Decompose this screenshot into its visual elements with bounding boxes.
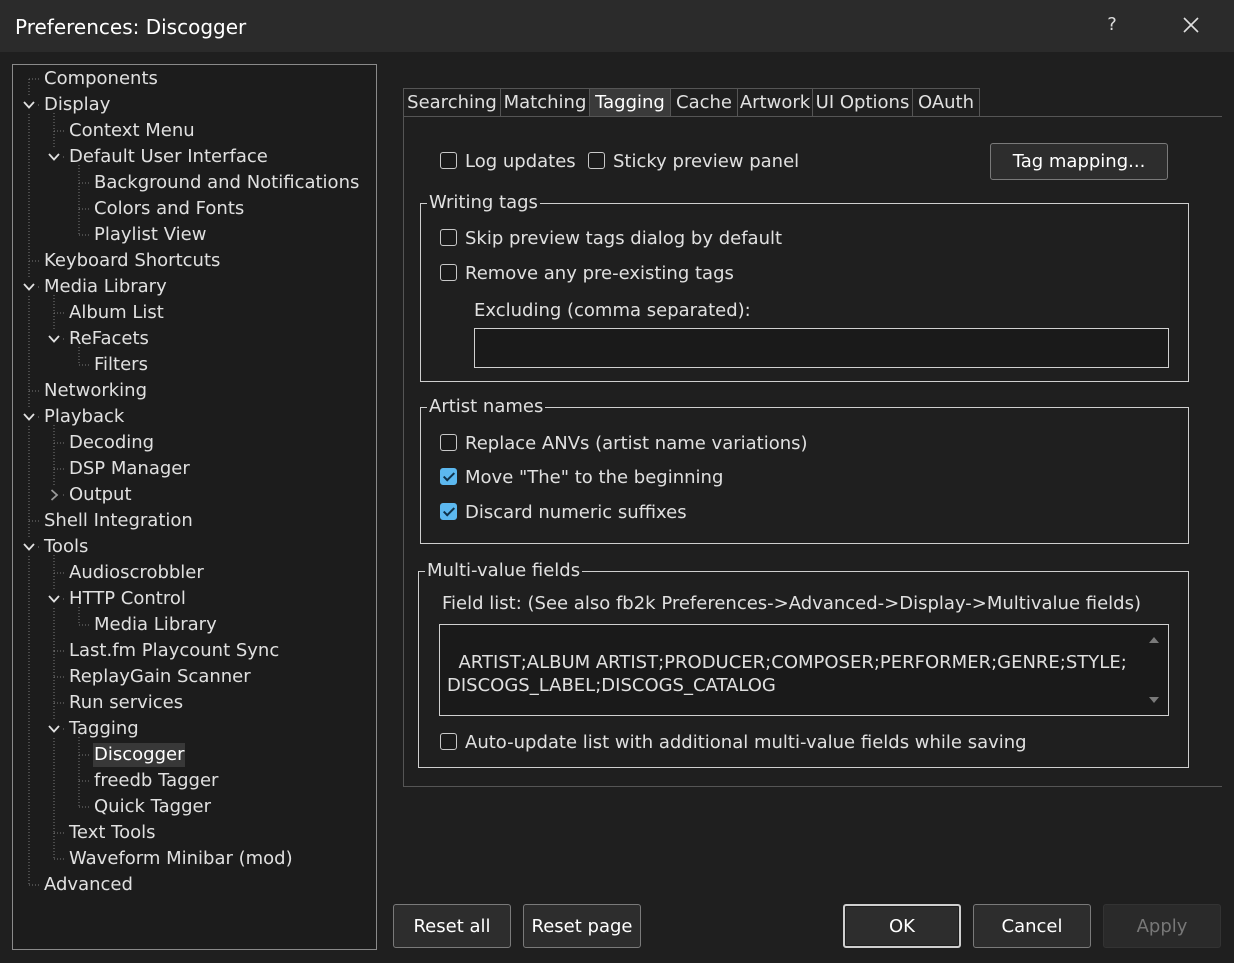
- chevron-down-icon[interactable]: [21, 97, 37, 113]
- log-updates-box[interactable]: [440, 152, 457, 169]
- tree-item[interactable]: Default User Interface: [68, 145, 269, 169]
- tree-item[interactable]: HTTP Control: [68, 587, 187, 611]
- tree-item[interactable]: Components: [43, 67, 159, 91]
- tab-oauth[interactable]: OAuth: [912, 88, 980, 116]
- field-list-scrollbar[interactable]: [1141, 626, 1167, 714]
- tree-item[interactable]: ReFacets: [68, 327, 150, 351]
- log-updates-label: Log updates: [465, 151, 576, 172]
- tree-item[interactable]: Text Tools: [68, 821, 156, 845]
- discard-suffixes-label: Discard numeric suffixes: [465, 502, 687, 523]
- chevron-down-icon[interactable]: [21, 279, 37, 295]
- tree-item[interactable]: DSP Manager: [68, 457, 191, 481]
- tree-item[interactable]: Audioscrobbler: [68, 561, 205, 585]
- tree-item[interactable]: Waveform Minibar (mod): [68, 847, 294, 871]
- tree-item[interactable]: Playlist View: [93, 223, 207, 247]
- auto-update-box[interactable]: [440, 733, 457, 750]
- tree-item[interactable]: Advanced: [43, 873, 134, 897]
- skip-preview-box[interactable]: [440, 229, 457, 246]
- tab-matching[interactable]: Matching: [500, 88, 590, 116]
- artist-names-title: Artist names: [427, 395, 546, 419]
- multi-value-title: Multi-value fields: [425, 559, 583, 583]
- tree-item[interactable]: Tools: [43, 535, 89, 559]
- skip-preview-label: Skip preview tags dialog by default: [465, 228, 783, 249]
- ok-button[interactable]: OK: [843, 904, 961, 948]
- reset-all-button[interactable]: Reset all: [393, 904, 511, 948]
- remove-existing-box[interactable]: [440, 264, 457, 281]
- tree-item[interactable]: Run services: [68, 691, 184, 715]
- field-list-label: Field list: (See also fb2k Preferences->…: [442, 593, 1141, 614]
- title-bar: Preferences: Discogger ?: [0, 0, 1234, 52]
- excluding-label: Excluding (comma separated):: [474, 300, 751, 321]
- sticky-preview-box[interactable]: [588, 152, 605, 169]
- excluding-input[interactable]: [474, 328, 1169, 368]
- tree-item[interactable]: Media Library: [43, 275, 168, 299]
- tree-item[interactable]: Album List: [68, 301, 165, 325]
- chevron-down-icon[interactable]: [21, 409, 37, 425]
- close-icon[interactable]: [1178, 12, 1204, 38]
- scroll-down-icon[interactable]: [1141, 690, 1167, 710]
- chevron-right-icon[interactable]: [46, 487, 62, 503]
- tree-item[interactable]: Networking: [43, 379, 148, 403]
- discard-suffixes-box[interactable]: [440, 503, 457, 520]
- tree-item[interactable]: Quick Tagger: [93, 795, 212, 819]
- preferences-tree[interactable]: Components Display Context Menu Default Use…: [12, 64, 377, 950]
- tab-artwork[interactable]: Artwork: [737, 88, 813, 116]
- writing-tags-title: Writing tags: [427, 191, 540, 215]
- tab-searching[interactable]: Searching: [403, 88, 501, 116]
- tree-item[interactable]: Background and Notifications: [93, 171, 360, 195]
- tree-item[interactable]: Output: [68, 483, 133, 507]
- tree-item[interactable]: Colors and Fonts: [93, 197, 245, 221]
- tree-item[interactable]: Filters: [93, 353, 149, 377]
- tree-item[interactable]: Discogger: [93, 743, 186, 767]
- tree-item[interactable]: freedb Tagger: [93, 769, 219, 793]
- reset-page-button[interactable]: Reset page: [523, 904, 641, 948]
- tree-item[interactable]: Shell Integration: [43, 509, 194, 533]
- tab-tagging[interactable]: Tagging: [589, 88, 671, 116]
- tree-item[interactable]: Keyboard Shortcuts: [43, 249, 221, 273]
- tree-item[interactable]: Decoding: [68, 431, 155, 455]
- tree-item[interactable]: Context Menu: [68, 119, 196, 143]
- chevron-down-icon[interactable]: [46, 591, 62, 607]
- apply-button[interactable]: Apply: [1103, 904, 1221, 948]
- tree-item[interactable]: Last.fm Playcount Sync: [68, 639, 280, 663]
- tab-ui-options[interactable]: UI Options: [812, 88, 913, 116]
- replace-anvs-box[interactable]: [440, 434, 457, 451]
- cancel-button[interactable]: Cancel: [973, 904, 1091, 948]
- window-title: Preferences: Discogger: [15, 15, 247, 39]
- tree-item[interactable]: Media Library: [93, 613, 218, 637]
- field-list-value[interactable]: ARTIST;ALBUM ARTIST;PRODUCER;COMPOSER;PE…: [447, 652, 1127, 696]
- chevron-down-icon[interactable]: [46, 721, 62, 737]
- chevron-down-icon[interactable]: [46, 331, 62, 347]
- tag-mapping-button[interactable]: Tag mapping...: [990, 143, 1168, 180]
- remove-existing-label: Remove any pre-existing tags: [465, 263, 734, 284]
- move-the-label: Move "The" to the beginning: [465, 467, 724, 488]
- replace-anvs-label: Replace ANVs (artist name variations): [465, 433, 808, 454]
- help-button[interactable]: ?: [1100, 14, 1124, 38]
- tree-item[interactable]: Tagging: [68, 717, 140, 741]
- auto-update-label: Auto-update list with additional multi-v…: [465, 732, 1027, 753]
- move-the-box[interactable]: [440, 468, 457, 485]
- scroll-up-icon[interactable]: [1141, 630, 1167, 650]
- chevron-down-icon[interactable]: [46, 149, 62, 165]
- tree-item[interactable]: Playback: [43, 405, 125, 429]
- chevron-down-icon[interactable]: [21, 539, 37, 555]
- tab-cache[interactable]: Cache: [670, 88, 738, 116]
- sticky-preview-label: Sticky preview panel: [613, 151, 800, 172]
- field-list-textarea[interactable]: ARTIST;ALBUM ARTIST;PRODUCER;COMPOSER;PE…: [439, 624, 1169, 716]
- tree-item[interactable]: Display: [43, 93, 111, 117]
- tree-item[interactable]: ReplayGain Scanner: [68, 665, 252, 689]
